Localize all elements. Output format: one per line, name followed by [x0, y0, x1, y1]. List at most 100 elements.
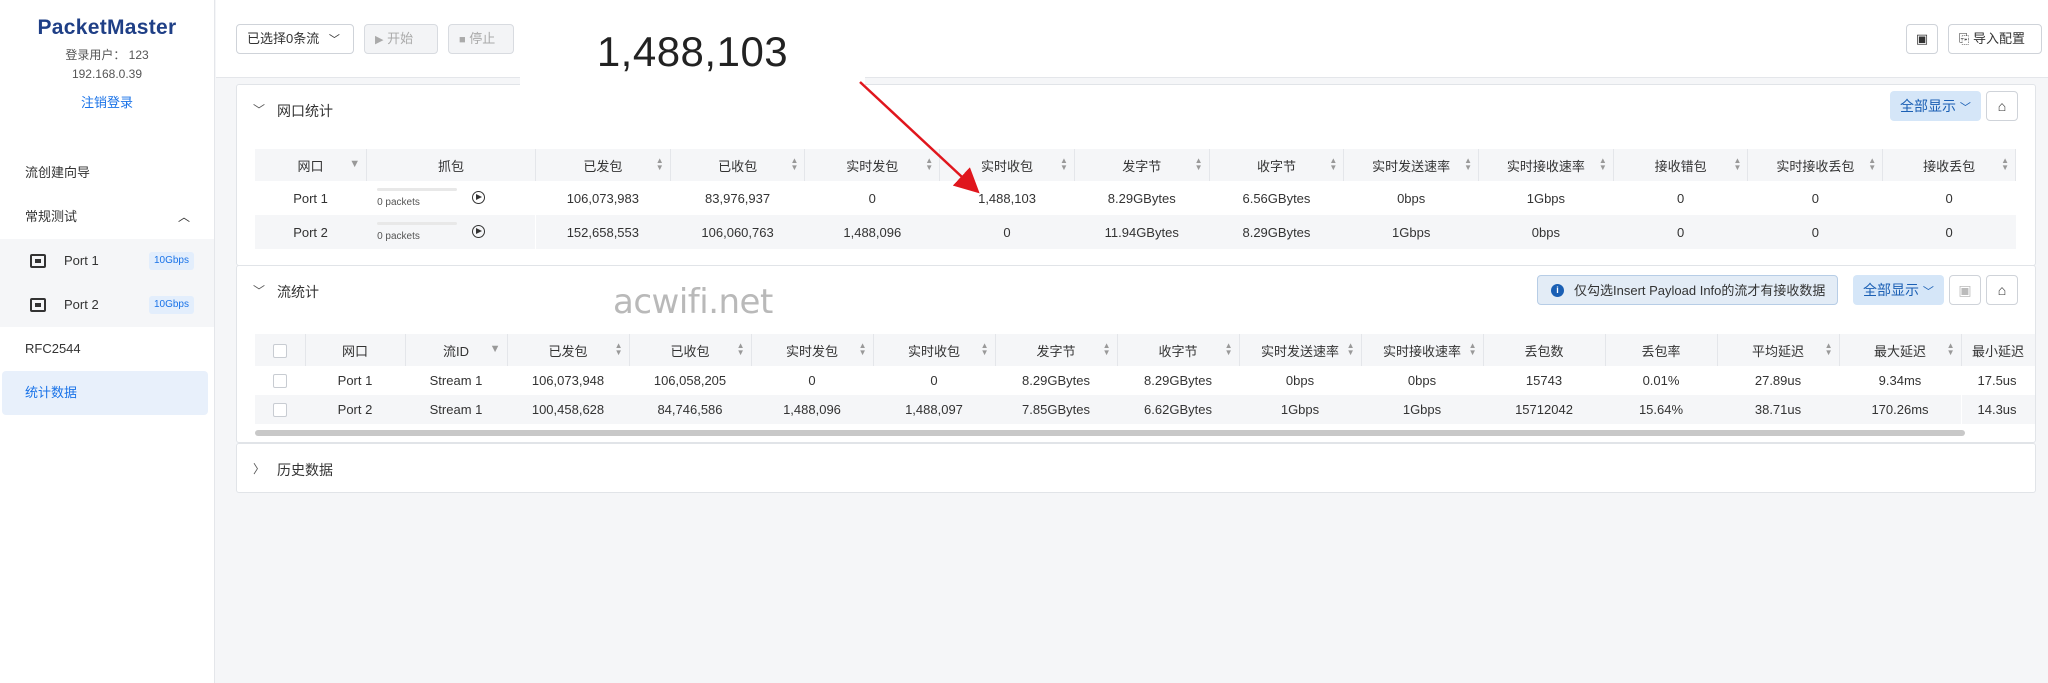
filter-icon[interactable]: ▼	[490, 343, 501, 355]
capture-count: 0 packets	[377, 197, 420, 208]
column-header[interactable]: 已收包 ▲ ▼	[629, 334, 752, 366]
column-header[interactable]: 实时发送速率 ▲ ▼	[1239, 334, 1362, 366]
sort-icon[interactable]: ▲ ▼	[1347, 342, 1355, 357]
table-cell: 6.56GBytes	[1242, 190, 1311, 206]
table-cell: 1Gbps	[1343, 215, 1479, 249]
sort-icon[interactable]: ▲ ▼	[1599, 157, 1607, 172]
history-header[interactable]: 〉 历史数据	[237, 444, 2035, 494]
sort-icon[interactable]: ▲ ▼	[1103, 342, 1111, 357]
sidebar-nav: 流创建向导 常规测试 ︿ Port 1 10Gbps Port 2 10Gbps…	[0, 151, 214, 415]
column-header[interactable]: 实时收包 ▲ ▼	[939, 149, 1075, 181]
column-header[interactable]: 收字节 ▲ ▼	[1209, 149, 1345, 181]
column-header[interactable]: 发字节 ▲ ▼	[995, 334, 1118, 366]
column-header[interactable]: 发字节 ▲ ▼	[1074, 149, 1210, 181]
show-all-dropdown[interactable]: 全部显示 ﹀	[1890, 91, 1981, 121]
speed-badge: 10Gbps	[148, 296, 194, 314]
column-header[interactable]: 实时发包 ▲ ▼	[751, 334, 874, 366]
column-header[interactable]: 接收丢包 ▲ ▼	[1882, 149, 2016, 181]
speed-badge: 10Gbps	[148, 252, 194, 270]
filter-icon[interactable]: ▼	[349, 158, 360, 170]
start-button[interactable]: ▶ 开始	[364, 24, 438, 54]
row-checkbox[interactable]	[272, 403, 287, 418]
column-header[interactable]: 实时接收速率 ▲ ▼	[1361, 334, 1484, 366]
sort-icon[interactable]: ▲ ▼	[1195, 157, 1203, 172]
port-stats-header[interactable]: ﹀ 网口统计 全部显示 ﹀ ⌂	[237, 85, 2035, 135]
column-header[interactable]: 实时接收速率 ▲ ▼	[1478, 149, 1614, 181]
play-capture-icon[interactable]	[472, 225, 486, 238]
dropdown-label: 已选择0条流	[247, 31, 320, 46]
sidebar-item-label: Port 1	[64, 253, 99, 268]
app: PacketMaster 登录用户： 123 192.168.0.39 注销登录…	[0, 0, 2048, 683]
column-header[interactable]: 平均延迟 ▲ ▼	[1717, 334, 1840, 366]
sort-icon[interactable]: ▲ ▼	[1464, 157, 1472, 172]
table-cell: 170.26ms	[1839, 395, 1961, 424]
table-row: Port 1 0 packets 106,073,983 83,976,937 …	[255, 181, 2016, 215]
save-stats-button[interactable]: ▣	[1949, 275, 1981, 305]
column-header[interactable]: 实时接收丢包 ▲ ▼	[1747, 149, 1884, 181]
column-header[interactable]: 实时发包 ▲ ▼	[804, 149, 941, 181]
column-header[interactable]: 最大延迟 ▲ ▼	[1839, 334, 1962, 366]
sidebar-item-port-2[interactable]: Port 2 10Gbps	[0, 283, 214, 327]
column-header[interactable]: 流ID ▼	[405, 334, 508, 366]
sort-icon[interactable]: ▲ ▼	[1868, 157, 1876, 172]
column-header[interactable]: 收字节 ▲ ▼	[1117, 334, 1240, 366]
clear-button[interactable]: ⌂	[1986, 91, 2018, 121]
sort-icon[interactable]: ▲ ▼	[981, 342, 989, 357]
sidebar-item-wizard[interactable]: 流创建向导	[0, 151, 214, 195]
stop-button[interactable]: ■ 停止	[448, 24, 514, 54]
sort-icon[interactable]: ▲ ▼	[1060, 157, 1068, 172]
column-header[interactable]: 接收错包 ▲ ▼	[1613, 149, 1749, 181]
clear-button[interactable]: ⌂	[1986, 275, 2018, 305]
import-config-button[interactable]: ⎘ 导入配置	[1948, 24, 2042, 54]
sort-icon[interactable]: ▲ ▼	[1825, 342, 1833, 357]
chevron-down-icon: ﹀	[253, 284, 266, 298]
sort-icon[interactable]: ▲ ▼	[1947, 342, 1955, 357]
select-streams-dropdown[interactable]: 已选择0条流 ﹀	[236, 24, 354, 54]
column-header: 网口	[305, 334, 406, 366]
table-cell: 0bps	[1285, 373, 1315, 388]
sort-icon[interactable]: ▲ ▼	[1734, 157, 1742, 172]
sort-icon[interactable]: ▲ ▼	[859, 342, 867, 357]
table-cell: 83,976,937	[705, 190, 771, 206]
table-cell: 1,488,097	[873, 395, 995, 424]
login-ip: 192.168.0.39	[71, 67, 143, 81]
sort-icon[interactable]: ▲ ▼	[656, 157, 664, 172]
stream-stats-table: 网口 流ID ▼ 已发包 ▲ ▼ 已收包 ▲ ▼ 实时发包 ▲ ▼ 实时收包 ▲ ▼ 发字节 ▲ ▼ …	[255, 334, 2036, 424]
column-header[interactable]: 网口 ▼	[255, 149, 368, 181]
card-title: 历史数据	[277, 462, 333, 478]
stream-stats-header[interactable]: ﹀ 流统计 i 仅勾选Insert Payload Info的流才有接收数据 全…	[237, 266, 2035, 316]
save-config-button[interactable]: ▣	[1906, 24, 1938, 54]
show-all-dropdown[interactable]: 全部显示 ﹀	[1853, 275, 1944, 305]
sidebar-item-rfc2544[interactable]: RFC2544	[0, 327, 214, 371]
clear-icon: ⌂	[1997, 282, 2007, 298]
sort-icon[interactable]: ▲ ▼	[1469, 342, 1477, 357]
sort-icon[interactable]: ▲ ▼	[2001, 157, 2009, 172]
select-all-checkbox[interactable]	[272, 343, 287, 358]
row-checkbox[interactable]	[272, 374, 287, 389]
sort-icon[interactable]: ▲ ▼	[615, 342, 623, 357]
ethernet-port-icon	[30, 298, 46, 312]
dropdown-label: 全部显示	[1863, 282, 1919, 298]
sidebar-item-statistics[interactable]: 统计数据	[2, 371, 208, 415]
logout-link[interactable]: 注销登录	[0, 92, 214, 111]
column-header[interactable]: 已发包 ▲ ▼	[535, 149, 671, 181]
table-cell: 84,746,586	[629, 395, 751, 424]
column-header[interactable]: 已发包 ▲ ▼	[507, 334, 630, 366]
sort-icon[interactable]: ▲ ▼	[1329, 157, 1337, 172]
column-header[interactable]: 实时收包 ▲ ▼	[873, 334, 996, 366]
table-cell: 27.89us	[1754, 373, 1802, 388]
sort-icon[interactable]: ▲ ▼	[791, 157, 799, 172]
sidebar-item-port-1[interactable]: Port 1 10Gbps	[0, 239, 214, 283]
sort-icon[interactable]: ▲ ▼	[925, 157, 933, 172]
horizontal-scrollbar[interactable]	[255, 430, 1965, 436]
capture-count: 0 packets	[377, 231, 420, 242]
table-cell: 38.71us	[1717, 395, 1839, 424]
sort-icon[interactable]: ▲ ▼	[737, 342, 745, 357]
sort-icon[interactable]: ▲ ▼	[1225, 342, 1233, 357]
table-cell: Stream 1	[405, 395, 507, 424]
column-header[interactable]: 已收包 ▲ ▼	[670, 149, 806, 181]
sidebar-item-regular-test[interactable]: 常规测试 ︿	[0, 195, 214, 239]
table-cell: 1Gbps	[1526, 190, 1566, 206]
play-capture-icon[interactable]	[472, 191, 486, 204]
column-header[interactable]: 实时发送速率 ▲ ▼	[1343, 149, 1480, 181]
